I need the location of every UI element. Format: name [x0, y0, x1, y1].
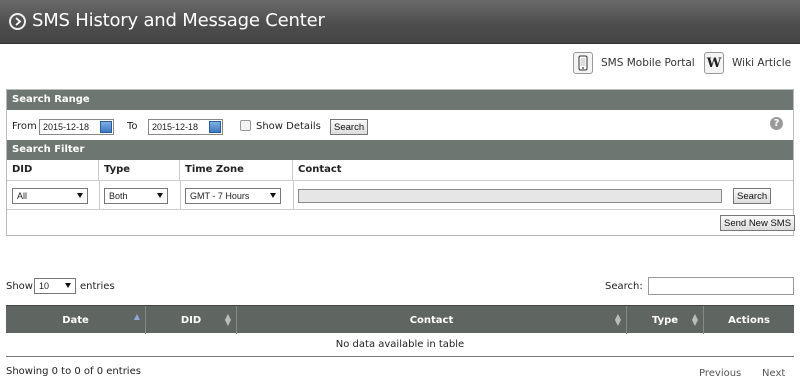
sms-mobile-portal-label: SMS Mobile Portal — [601, 57, 695, 69]
table-header: Date ▲ DID ▲ ▼ Contact ▲ ▼ Type ▲ ▼ Actions — [6, 305, 794, 334]
to-date-value: 2015-12-18 — [152, 122, 199, 132]
show-details-checkbox[interactable] — [240, 120, 251, 131]
did-column-header[interactable]: DID ▲ ▼ — [146, 306, 237, 334]
empty-table-message: No data available in table — [6, 333, 794, 357]
contact-input[interactable] — [298, 189, 722, 203]
contact-column-label: Contact — [409, 315, 454, 326]
entries-value: 10 — [39, 281, 50, 291]
calendar-icon[interactable] — [209, 121, 221, 133]
type-column-header[interactable]: Type ▲ ▼ — [627, 306, 704, 334]
contact-column-header[interactable]: Contact ▲ ▼ — [237, 306, 627, 334]
divider — [7, 209, 793, 210]
sort-asc-icon: ▲ — [133, 312, 140, 321]
date-column-label: Date — [62, 315, 89, 326]
did-column-header: DID — [7, 160, 99, 181]
chevron-down-icon — [270, 193, 276, 198]
wiki-article-label: Wiki Article — [732, 57, 792, 69]
sort-icon: ▲ ▼ — [691, 312, 698, 327]
chevron-right-icon — [9, 13, 26, 30]
from-date-value: 2015-12-18 — [43, 122, 90, 132]
divider — [180, 181, 181, 210]
mobile-phone-icon — [573, 52, 593, 74]
chevron-down-icon — [77, 193, 83, 198]
divider — [99, 181, 100, 210]
table-search-label: Search: — [605, 281, 643, 292]
divider — [293, 181, 294, 210]
from-date-input[interactable]: 2015-12-18 — [39, 119, 114, 135]
range-search-button[interactable]: Search — [330, 119, 369, 135]
entries-label: entries — [80, 281, 115, 292]
sort-icon: ▲ ▼ — [224, 312, 231, 327]
did-select[interactable]: All — [12, 188, 88, 204]
search-panel: Search Range From 2015-12-18 To 2015-12-… — [6, 89, 796, 236]
calendar-icon[interactable] — [100, 121, 112, 133]
to-label: To — [127, 121, 138, 132]
did-select-value: All — [17, 191, 28, 201]
next-page-button[interactable]: Next — [762, 368, 785, 379]
previous-page-button[interactable]: Previous — [699, 368, 741, 379]
search-filter-heading: Search Filter — [7, 140, 793, 160]
send-new-sms-button[interactable]: Send New SMS — [720, 215, 796, 231]
sms-mobile-portal-link[interactable]: SMS Mobile Portal — [573, 52, 695, 74]
contact-column-header: Contact — [293, 160, 793, 181]
wiki-article-link[interactable]: W Wiki Article — [704, 52, 791, 74]
chevron-down-icon — [157, 193, 163, 198]
to-date-input[interactable]: 2015-12-18 — [148, 119, 223, 135]
search-range-heading: Search Range — [7, 90, 793, 110]
filter-search-button[interactable]: Search — [733, 188, 772, 204]
date-column-header[interactable]: Date ▲ — [6, 306, 146, 334]
chevron-down-icon — [65, 283, 71, 288]
entries-per-page-select[interactable]: 10 — [34, 278, 76, 294]
actions-column-label: Actions — [728, 315, 770, 326]
wikipedia-icon: W — [704, 52, 724, 74]
show-details-label: Show Details — [256, 121, 321, 132]
type-select[interactable]: Both — [104, 188, 168, 204]
sort-icon: ▲ ▼ — [614, 312, 621, 327]
type-select-value: Both — [109, 191, 128, 201]
filter-grid: DID Type Time Zone Contact All Both GMT … — [7, 160, 793, 210]
actions-column-header: Actions — [704, 306, 794, 334]
help-icon[interactable]: ? — [770, 117, 783, 130]
from-label: From — [12, 121, 37, 132]
page-title: SMS History and Message Center — [32, 10, 325, 31]
type-column-header: Type — [99, 160, 180, 181]
timezone-select[interactable]: GMT - 7 Hours — [185, 188, 281, 204]
timezone-select-value: GMT - 7 Hours — [190, 191, 250, 201]
page-header: SMS History and Message Center — [0, 0, 800, 44]
show-label: Show — [6, 281, 33, 292]
type-column-label: Type — [651, 315, 679, 326]
table-info: Showing 0 to 0 of 0 entries — [6, 366, 141, 377]
table-search-input[interactable] — [648, 277, 794, 295]
timezone-column-header: Time Zone — [180, 160, 293, 181]
did-column-label: DID — [180, 315, 202, 326]
